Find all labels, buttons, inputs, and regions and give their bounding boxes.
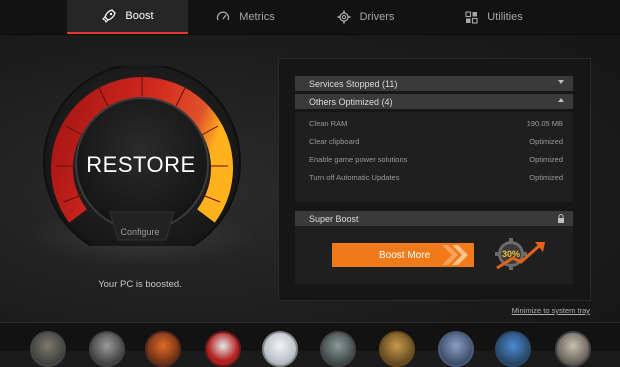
list-item: Turn off Automatic Updates Optimized: [309, 173, 563, 185]
restore-button[interactable]: RESTORE: [66, 152, 216, 178]
game-icon-4[interactable]: [205, 331, 241, 367]
app-window: Boost Metrics Drivers Utilities RESTORE …: [0, 0, 620, 367]
game-icon-10[interactable]: [555, 331, 591, 367]
chevron-down-icon: [558, 80, 564, 84]
configure-button[interactable]: Configure: [0, 227, 280, 237]
top-nav: Boost Metrics Drivers Utilities: [0, 0, 620, 35]
item-name: Enable game power solutions: [309, 155, 408, 164]
minimize-to-tray-link[interactable]: Minimize to system tray: [512, 306, 590, 315]
item-value: Optimized: [529, 173, 563, 182]
tab-drivers[interactable]: Drivers: [325, 0, 405, 34]
list-item: Clean RAM 190.05 MB: [309, 119, 563, 131]
tab-utilities[interactable]: Utilities: [448, 0, 538, 34]
game-icon-8[interactable]: [438, 331, 474, 367]
boost-more-button[interactable]: Boost More: [332, 243, 474, 267]
item-value: Optimized: [529, 137, 563, 146]
chevron-up-icon: [558, 98, 564, 102]
lock-icon: [558, 214, 564, 223]
optimization-panel: Services Stopped (11) Others Optimized (…: [278, 58, 591, 301]
item-name: Clear clipboard: [309, 137, 360, 146]
game-icon-5[interactable]: [262, 331, 298, 367]
game-icon-2[interactable]: [89, 331, 125, 367]
tab-boost-label: Boost: [125, 10, 154, 22]
optimized-list: Clean RAM 190.05 MB Clear clipboard Opti…: [295, 112, 573, 202]
game-icon-6[interactable]: [320, 331, 356, 367]
game-icon-3[interactable]: [145, 331, 181, 367]
boost-more-label: Boost More: [379, 249, 431, 261]
super-boost-header: Super Boost: [295, 211, 573, 226]
badge-percent-text: 30%: [502, 249, 520, 259]
list-item: Clear clipboard Optimized: [309, 137, 563, 149]
item-value: 190.05 MB: [526, 119, 563, 128]
tab-metrics[interactable]: Metrics: [200, 0, 290, 34]
grid-icon: [463, 9, 479, 25]
double-chevron-icon: [442, 245, 468, 265]
gear-icon: [336, 9, 352, 25]
item-name: Turn off Automatic Updates: [309, 173, 400, 182]
game-icon-1[interactable]: [30, 331, 66, 367]
boost-percent-badge: 30%: [495, 238, 545, 270]
tab-utilities-label: Utilities: [487, 11, 523, 23]
item-name: Clean RAM: [309, 119, 348, 128]
list-item: Enable game power solutions Optimized: [309, 155, 563, 167]
game-library-strip: [0, 322, 620, 367]
others-optimized-header[interactable]: Others Optimized (4): [295, 94, 573, 109]
game-icon-9[interactable]: [495, 331, 531, 367]
services-stopped-header[interactable]: Services Stopped (11): [295, 76, 573, 91]
others-optimized-label: Others Optimized (4): [309, 96, 393, 107]
tab-metrics-label: Metrics: [239, 11, 275, 23]
game-icon-7[interactable]: [379, 331, 415, 367]
tab-drivers-label: Drivers: [359, 11, 395, 23]
tab-boost[interactable]: Boost: [67, 0, 188, 34]
speedometer-icon: [215, 9, 231, 25]
boost-status-text: Your PC is boosted.: [98, 279, 182, 290]
item-value: Optimized: [529, 155, 563, 164]
super-boost-body: Boost More 30%: [295, 226, 573, 284]
rocket-icon: [101, 8, 117, 24]
super-boost-label: Super Boost: [309, 213, 359, 224]
services-stopped-label: Services Stopped (11): [309, 78, 398, 89]
